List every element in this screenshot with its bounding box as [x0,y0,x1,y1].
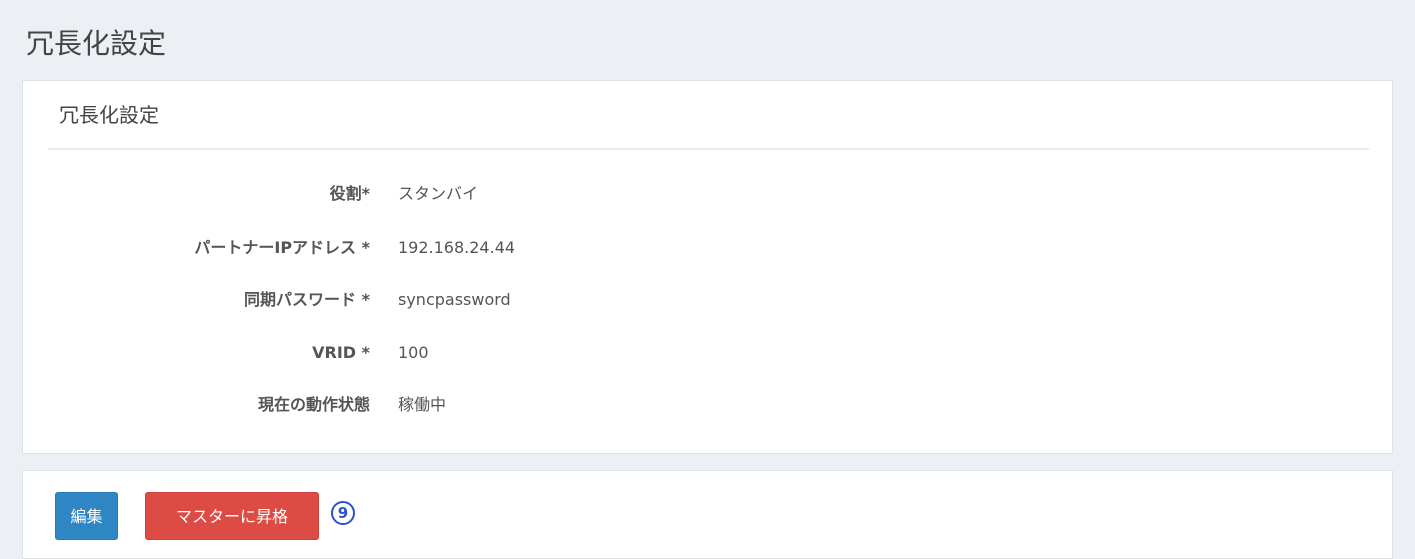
field-row-current-state: 現在の動作状態 稼働中 [23,391,1392,419]
vrid-label: VRID * [312,343,370,362]
panel-title: 冗長化設定 [59,103,159,127]
current-state-value: 稼働中 [398,395,447,414]
field-row-vrid: VRID * 100 [23,339,1392,367]
field-row-partner-ip: パートナーIPアドレス * 192.168.24.44 [23,234,1392,262]
partner-ip-label: パートナーIPアドレス * [194,238,370,257]
actions-panel: 編集 マスターに昇格 9 [22,470,1393,559]
step-number-marker: 9 [331,501,355,525]
promote-to-master-button[interactable]: マスターに昇格 [145,492,319,540]
sync-password-label: 同期パスワード * [244,290,370,309]
field-row-sync-password: 同期パスワード * syncpassword [23,286,1392,314]
redundancy-settings-panel: 冗長化設定 役割* スタンバイ パートナーIPアドレス * 192.168.24… [22,80,1393,454]
edit-button[interactable]: 編集 [55,492,118,540]
vrid-value: 100 [398,343,429,362]
current-state-label: 現在の動作状態 [257,395,370,414]
page-title: 冗長化設定 [26,27,167,60]
sync-password-value: syncpassword [398,290,511,309]
partner-ip-value: 192.168.24.44 [398,238,516,257]
role-value: スタンバイ [398,184,479,203]
panel-header: 冗長化設定 [48,81,1369,150]
field-row-role: 役割* スタンバイ [23,180,1392,208]
role-label: 役割* [329,184,370,203]
